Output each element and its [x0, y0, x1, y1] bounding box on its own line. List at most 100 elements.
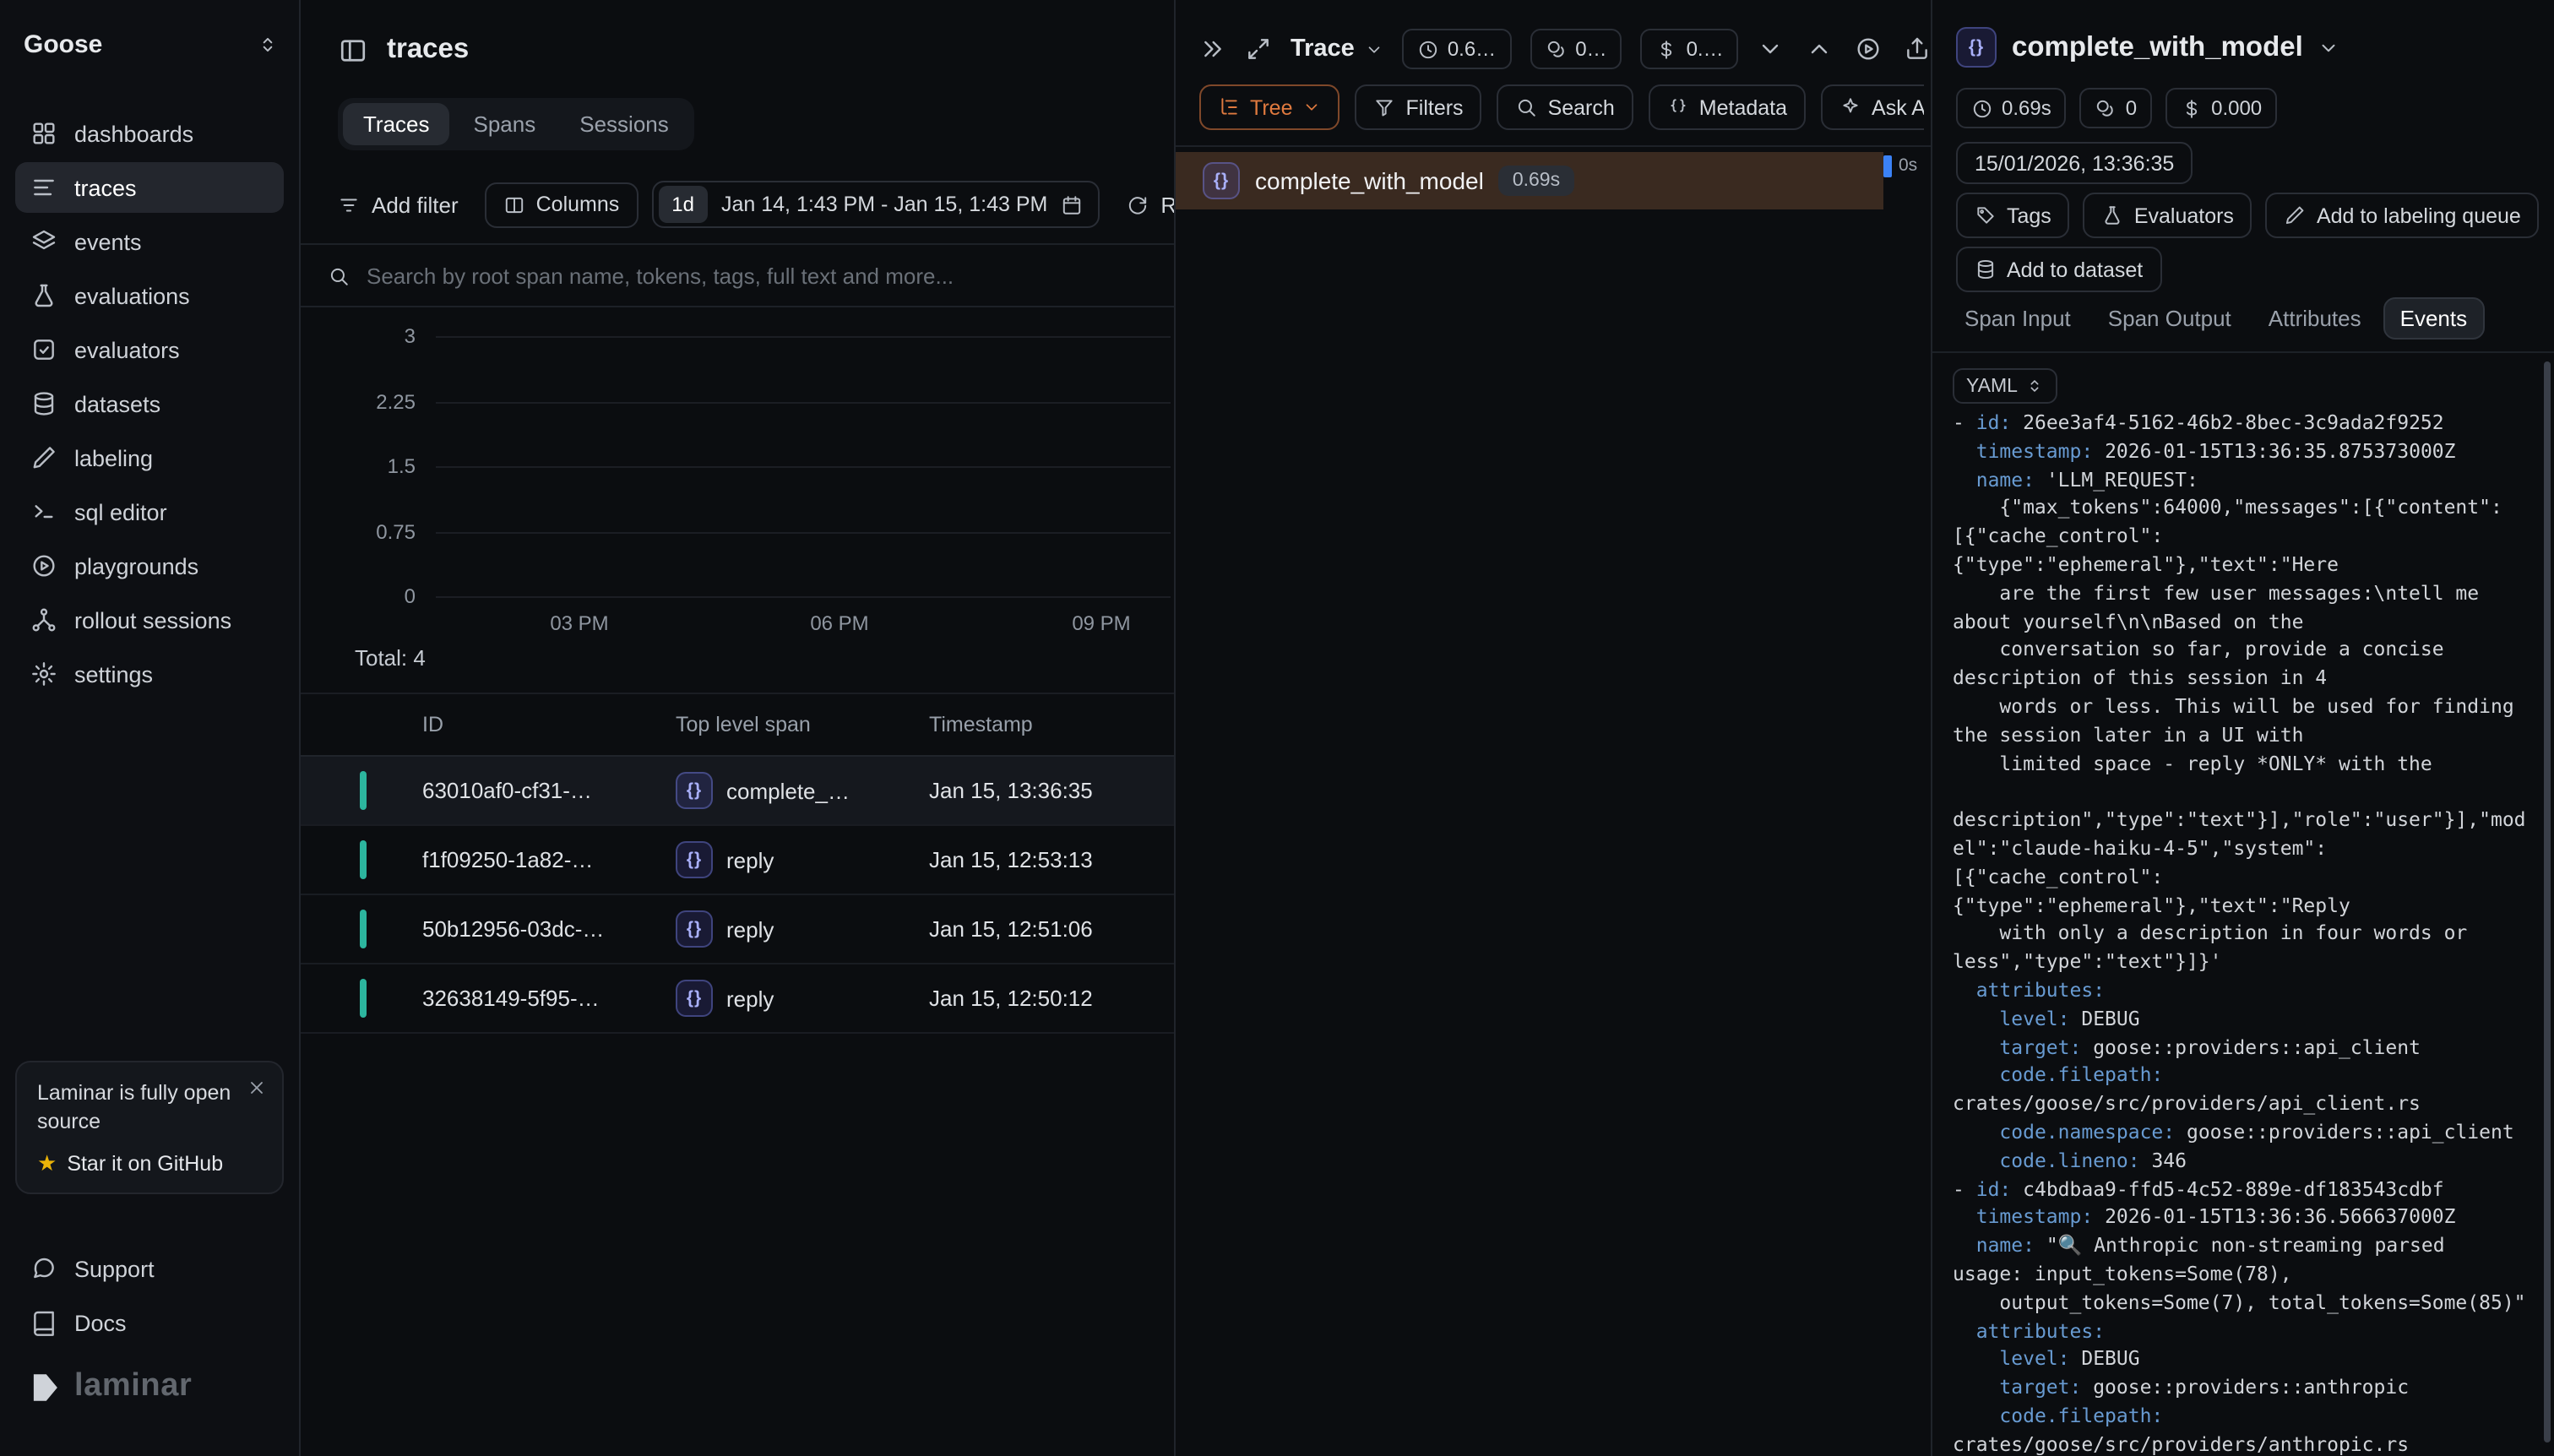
traces-search-input[interactable]: Search by root span name, tokens, tags, … [301, 243, 1174, 307]
trace-type-select[interactable]: Trace [1291, 35, 1383, 62]
status-bar [360, 979, 367, 1018]
trace-timestamp: Jan 15, 12:50:12 [929, 986, 1093, 1011]
chevron-down-icon[interactable] [1758, 35, 1785, 62]
search-icon [328, 264, 350, 286]
tab-sessions[interactable]: Sessions [559, 103, 689, 145]
format-select[interactable]: YAML [1953, 368, 2058, 404]
divider [1176, 145, 1931, 147]
sidebar-item-playgrounds[interactable]: playgrounds [15, 541, 284, 591]
collapse-panel-icon[interactable] [1199, 35, 1226, 62]
sparkle-icon [1839, 96, 1861, 118]
tab-events[interactable]: Events [2383, 297, 2485, 340]
sidebar-item-labeling[interactable]: labeling [15, 432, 284, 483]
yaml-line: level: DEBUG [1953, 1004, 2551, 1033]
column-header-id[interactable]: ID [422, 694, 443, 755]
chevrons-up-down-icon [2026, 377, 2045, 395]
status-bar [360, 910, 367, 948]
terminal-icon [30, 498, 57, 525]
traces-header: traces [338, 34, 469, 66]
sidebar-item-rollout-sessions[interactable]: rollout sessions [15, 595, 284, 645]
trace-row[interactable]: 63010af0-cf31-…{}complete_…Jan 15, 13:36… [301, 757, 1174, 826]
span-detail-header[interactable]: {} complete_with_model [1956, 27, 2340, 68]
span-row-complete-with-model[interactable]: {} complete_with_model 0.69s [1176, 152, 1883, 209]
x-axis-tick: 09 PM [1072, 611, 1130, 635]
sidebar-item-docs[interactable]: Docs [15, 1297, 284, 1348]
add-to-labeling-queue-button[interactable]: Add to labeling queue [2266, 193, 2540, 238]
span-duration-chip: 0.69s [1956, 88, 2067, 128]
tree-view-select[interactable]: Tree [1199, 84, 1340, 130]
github-star-link[interactable]: ★ Star it on GitHub [37, 1152, 262, 1176]
ask-ai-button[interactable]: Ask AI [1821, 84, 1924, 130]
workspace-switcher[interactable]: Goose [24, 30, 279, 59]
tab-attributes[interactable]: Attributes [2253, 297, 2377, 340]
tags-button[interactable]: Tags [1956, 193, 2070, 238]
yaml-line: code.lineno: 346 [1953, 1146, 2551, 1175]
trace-row[interactable]: 50b12956-03dc-…{}replyJan 15, 12:51:06 [301, 895, 1174, 964]
span-cost-chip: 0.000 [2165, 88, 2277, 128]
sidebar-item-settings[interactable]: settings [15, 649, 284, 699]
search-button[interactable]: Search [1497, 84, 1633, 130]
share-icon[interactable] [1905, 35, 1932, 62]
sidebar-item-support[interactable]: Support [15, 1243, 284, 1294]
chevron-up-icon[interactable] [1807, 35, 1834, 62]
yaml-line: target: goose::providers::anthropic [1953, 1373, 2551, 1402]
columns-button[interactable]: Columns [486, 182, 638, 227]
yaml-line: description of this session in 4 [1953, 664, 2551, 693]
column-header-timestamp[interactable]: Timestamp [929, 694, 1033, 755]
play-circle-icon[interactable] [1856, 35, 1883, 62]
tab-span-input[interactable]: Span Input [1949, 297, 2086, 340]
sidebar-item-traces[interactable]: traces [15, 162, 284, 213]
span-name: reply [726, 916, 774, 942]
sidebar-item-evaluators[interactable]: evaluators [15, 324, 284, 375]
metadata-button[interactable]: Metadata [1649, 84, 1806, 130]
sidebar-item-events[interactable]: events [15, 216, 284, 267]
date-range-control[interactable]: 1d Jan 14, 1:43 PM - Jan 15, 1:43 PM [651, 181, 1100, 228]
tab-spans[interactable]: Spans [454, 103, 557, 145]
sidebar-nav: dashboards traces eventsevaluations evaluat… [15, 108, 284, 699]
tab-span-output[interactable]: Span Output [2093, 297, 2247, 340]
sidebar-item-datasets[interactable]: datasets [15, 378, 284, 429]
dollar-icon [2181, 97, 2203, 119]
gear-icon [30, 660, 57, 687]
yaml-line: less","type":"text"}]}' [1953, 948, 2551, 976]
gridline [436, 401, 1171, 403]
add-filter-button[interactable]: Add filter [324, 181, 472, 228]
sidebar: Goose dashboards traces eventsevaluations e… [0, 0, 301, 1456]
open-source-banner: Laminar is fully open source ★ Star it o… [15, 1061, 284, 1194]
sidebar-item-label: settings [74, 661, 153, 687]
sidebar-item-sql-editor[interactable]: sql editor [15, 486, 284, 537]
add-to-dataset-button[interactable]: Add to dataset [1956, 247, 2161, 292]
sidebar-item-label: playgrounds [74, 553, 198, 579]
trace-id: f1f09250-1a82-… [422, 847, 593, 872]
close-icon[interactable] [247, 1078, 267, 1098]
clock-icon [1417, 38, 1439, 60]
evaluators-button[interactable]: Evaluators [2084, 193, 2252, 238]
logo-text: laminar [74, 1368, 192, 1405]
yaml-line: code.filepath: [1953, 1402, 2551, 1431]
sidebar-item-label: traces [74, 175, 137, 200]
chevron-down-icon [2318, 36, 2340, 58]
scrollbar[interactable] [2544, 361, 2551, 1442]
date-range-text: Jan 14, 1:43 PM - Jan 15, 1:43 PM [721, 193, 1047, 216]
columns-icon [504, 193, 526, 215]
braces-icon [1667, 96, 1689, 118]
filters-button[interactable]: Filters [1356, 84, 1482, 130]
panel-toggle-icon[interactable] [338, 35, 368, 65]
sidebar-item-label: evaluators [74, 337, 180, 362]
trace-row[interactable]: f1f09250-1a82-…{}replyJan 15, 12:53:13 [301, 826, 1174, 895]
trace-row[interactable]: 32638149-5f95-…{}replyJan 15, 12:50:12 [301, 964, 1174, 1034]
list-tree-icon [1218, 96, 1240, 118]
refresh-button[interactable]: Refresh [1113, 181, 1174, 228]
events-yaml-view[interactable]: - id: 26ee3af4-5162-46b2-8bec-3c9ada2f92… [1953, 409, 2551, 1456]
span-name: reply [726, 986, 774, 1011]
tab-traces[interactable]: Traces [343, 103, 450, 145]
sidebar-item-evaluations[interactable]: evaluations [15, 270, 284, 321]
column-header-top-level-span[interactable]: Top level span [676, 694, 811, 755]
span-detail-tabs: Span Input Span Output Attributes Events [1949, 297, 2484, 340]
filter-lines-icon [338, 193, 360, 215]
x-axis-tick: 06 PM [810, 611, 868, 635]
chevron-down-icon [1365, 40, 1383, 58]
expand-icon[interactable] [1245, 35, 1272, 62]
sidebar-item-dashboards[interactable]: dashboards [15, 108, 284, 159]
yaml-line: [{"cache_control": [1953, 522, 2551, 551]
